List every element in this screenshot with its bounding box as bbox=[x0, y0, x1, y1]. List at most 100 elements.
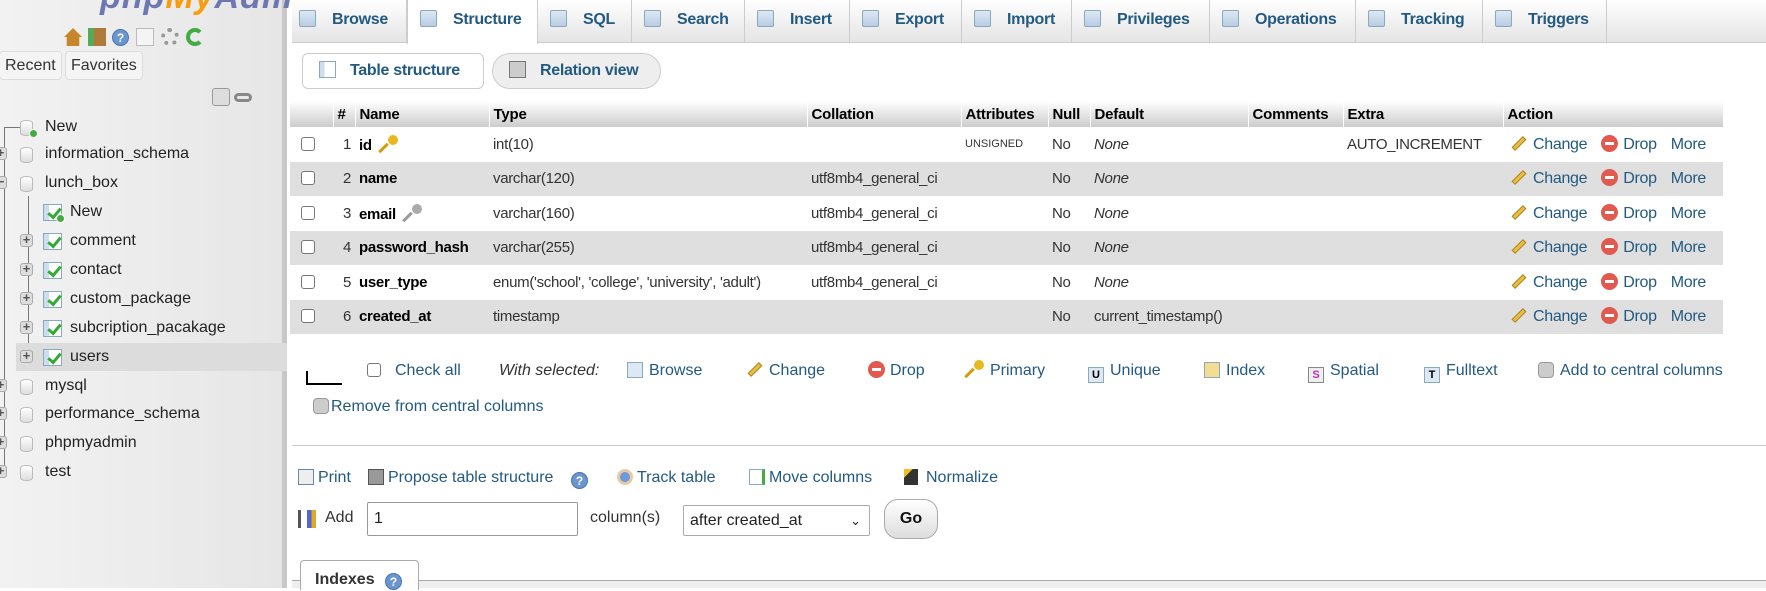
add-badge-icon bbox=[56, 214, 65, 223]
column-position-select[interactable]: after created_at ⌄ bbox=[683, 505, 870, 536]
tab-insert[interactable]: Insert bbox=[745, 0, 850, 43]
bulk-fulltext-button[interactable]: T Fulltext bbox=[1424, 360, 1498, 383]
tab-operations[interactable]: Operations bbox=[1210, 0, 1356, 43]
tree-item-phpmyadmin[interactable]: + phpmyadmin bbox=[0, 429, 287, 457]
tab-import[interactable]: Import bbox=[962, 0, 1072, 43]
move-columns-button[interactable]: Move columns bbox=[749, 469, 872, 487]
tab-structure[interactable]: Structure bbox=[407, 0, 538, 44]
drop-column-button[interactable]: Drop bbox=[1601, 134, 1657, 153]
tab-triggers[interactable]: Triggers bbox=[1483, 0, 1607, 43]
row-select-checkbox[interactable] bbox=[290, 230, 333, 265]
add-to-central-columns-button[interactable]: Add to central columns bbox=[1538, 360, 1723, 382]
relation-view-button[interactable]: Relation view bbox=[492, 53, 661, 89]
column-count-input[interactable] bbox=[367, 502, 578, 536]
help-icon[interactable]: ? bbox=[571, 472, 588, 489]
drop-column-button[interactable]: Drop bbox=[1601, 307, 1657, 325]
bulk-primary-button[interactable]: Primary bbox=[966, 360, 1045, 382]
row-select-checkbox[interactable] bbox=[290, 161, 333, 196]
expand-icon[interactable]: + bbox=[20, 291, 33, 305]
pencil-icon bbox=[747, 362, 763, 377]
tree-item-custom-package[interactable]: + custom_package bbox=[16, 285, 287, 313]
reload-icon[interactable] bbox=[186, 28, 204, 46]
change-column-button[interactable]: Change bbox=[1511, 239, 1588, 256]
bulk-unique-button[interactable]: U Unique bbox=[1088, 360, 1161, 383]
more-actions-button[interactable]: More bbox=[1671, 274, 1707, 291]
tree-item-New[interactable]: New bbox=[16, 198, 287, 226]
drop-column-button[interactable]: Drop bbox=[1601, 238, 1657, 256]
indexes-legend[interactable]: Indexes ? bbox=[300, 560, 419, 590]
help-icon[interactable]: ? bbox=[112, 29, 129, 46]
bulk-spatial-button[interactable]: S Spatial bbox=[1308, 360, 1379, 383]
more-actions-button[interactable]: More bbox=[1671, 239, 1707, 256]
collapse-icon[interactable]: − bbox=[0, 175, 7, 189]
track-table-button[interactable]: Track table bbox=[617, 469, 716, 487]
check-all-label[interactable]: Check all bbox=[395, 360, 461, 382]
expand-icon[interactable]: + bbox=[0, 464, 7, 478]
documentation-icon[interactable] bbox=[136, 28, 154, 46]
tab-sql[interactable]: SQL bbox=[538, 0, 632, 43]
expand-icon[interactable]: + bbox=[20, 320, 33, 334]
tree-item-contact[interactable]: + contact bbox=[16, 256, 287, 284]
import-icon bbox=[974, 10, 991, 27]
drop-column-button[interactable]: Drop bbox=[1601, 272, 1657, 291]
tab-label: Tracking bbox=[1401, 11, 1465, 28]
favorites-button[interactable]: Favorites bbox=[65, 51, 143, 80]
more-actions-button[interactable]: More bbox=[1671, 136, 1707, 153]
expand-icon[interactable]: + bbox=[0, 146, 7, 160]
change-column-button[interactable]: Change bbox=[1511, 205, 1588, 222]
row-select-checkbox[interactable] bbox=[290, 299, 333, 334]
tree-item-mysql[interactable]: + mysql bbox=[0, 372, 287, 400]
check-all-checkbox[interactable] bbox=[367, 360, 381, 382]
expand-icon[interactable]: + bbox=[0, 406, 7, 420]
bulk-browse-button[interactable]: Browse bbox=[627, 360, 702, 382]
drop-column-button[interactable]: Drop bbox=[1601, 169, 1657, 187]
bulk-change-button[interactable]: Change bbox=[747, 360, 825, 382]
tree-item-test[interactable]: + test bbox=[0, 458, 287, 486]
recent-button[interactable]: Recent bbox=[0, 51, 62, 80]
tab-browse[interactable]: Browse bbox=[287, 0, 407, 43]
column-name: email bbox=[359, 205, 396, 223]
tree-item-users[interactable]: + users bbox=[16, 343, 287, 371]
tree-item-New[interactable]: New bbox=[0, 113, 287, 141]
bulk-index-button[interactable]: Index bbox=[1204, 360, 1265, 382]
settings-gear-icon[interactable] bbox=[161, 28, 179, 46]
change-column-button[interactable]: Change bbox=[1511, 170, 1588, 187]
expand-icon[interactable]: + bbox=[20, 262, 33, 276]
tab-label: Operations bbox=[1255, 11, 1337, 28]
logout-icon[interactable] bbox=[88, 28, 106, 46]
link-with-main-panel-icon[interactable] bbox=[234, 93, 252, 102]
tab-tracking[interactable]: Tracking bbox=[1356, 0, 1483, 43]
normalize-button[interactable]: Normalize bbox=[904, 469, 998, 487]
row-select-checkbox[interactable] bbox=[290, 196, 333, 231]
tree-item-performance-schema[interactable]: + performance_schema bbox=[0, 400, 287, 428]
home-icon[interactable] bbox=[64, 28, 82, 46]
tab-search[interactable]: Search bbox=[632, 0, 745, 43]
tab-export[interactable]: Export bbox=[850, 0, 962, 43]
more-actions-button[interactable]: More bbox=[1671, 308, 1707, 325]
go-button[interactable]: Go bbox=[884, 499, 938, 539]
expand-icon[interactable]: + bbox=[20, 233, 33, 247]
collapse-all-icon[interactable] bbox=[212, 88, 230, 106]
tree-item-information-schema[interactable]: + information_schema bbox=[0, 140, 287, 168]
drop-column-button[interactable]: Drop bbox=[1601, 203, 1657, 222]
change-column-button[interactable]: Change bbox=[1511, 308, 1588, 325]
row-select-checkbox[interactable] bbox=[290, 265, 333, 300]
table-structure-button[interactable]: Table structure bbox=[302, 53, 484, 89]
tree-item-comment[interactable]: + comment bbox=[16, 227, 287, 255]
change-column-button[interactable]: Change bbox=[1511, 136, 1588, 153]
propose-table-structure-button[interactable]: Propose table structure bbox=[368, 469, 553, 487]
change-column-button[interactable]: Change bbox=[1511, 274, 1588, 291]
row-select-checkbox[interactable] bbox=[290, 127, 333, 162]
tree-item-lunch-box[interactable]: − lunch_box bbox=[0, 169, 287, 197]
expand-icon[interactable]: + bbox=[0, 378, 7, 392]
tab-privileges[interactable]: Privileges bbox=[1072, 0, 1210, 43]
help-icon[interactable]: ? bbox=[385, 573, 403, 590]
expand-icon[interactable]: + bbox=[20, 349, 33, 363]
remove-from-central-columns-button[interactable]: Remove from central columns bbox=[313, 396, 544, 418]
bulk-drop-button[interactable]: Drop bbox=[868, 360, 925, 382]
more-actions-button[interactable]: More bbox=[1671, 205, 1707, 222]
more-actions-button[interactable]: More bbox=[1671, 170, 1707, 187]
print-button[interactable]: Print bbox=[298, 469, 351, 487]
tree-item-subcription-pacakage[interactable]: + subcription_pacakage bbox=[16, 314, 287, 342]
expand-icon[interactable]: + bbox=[0, 435, 7, 449]
